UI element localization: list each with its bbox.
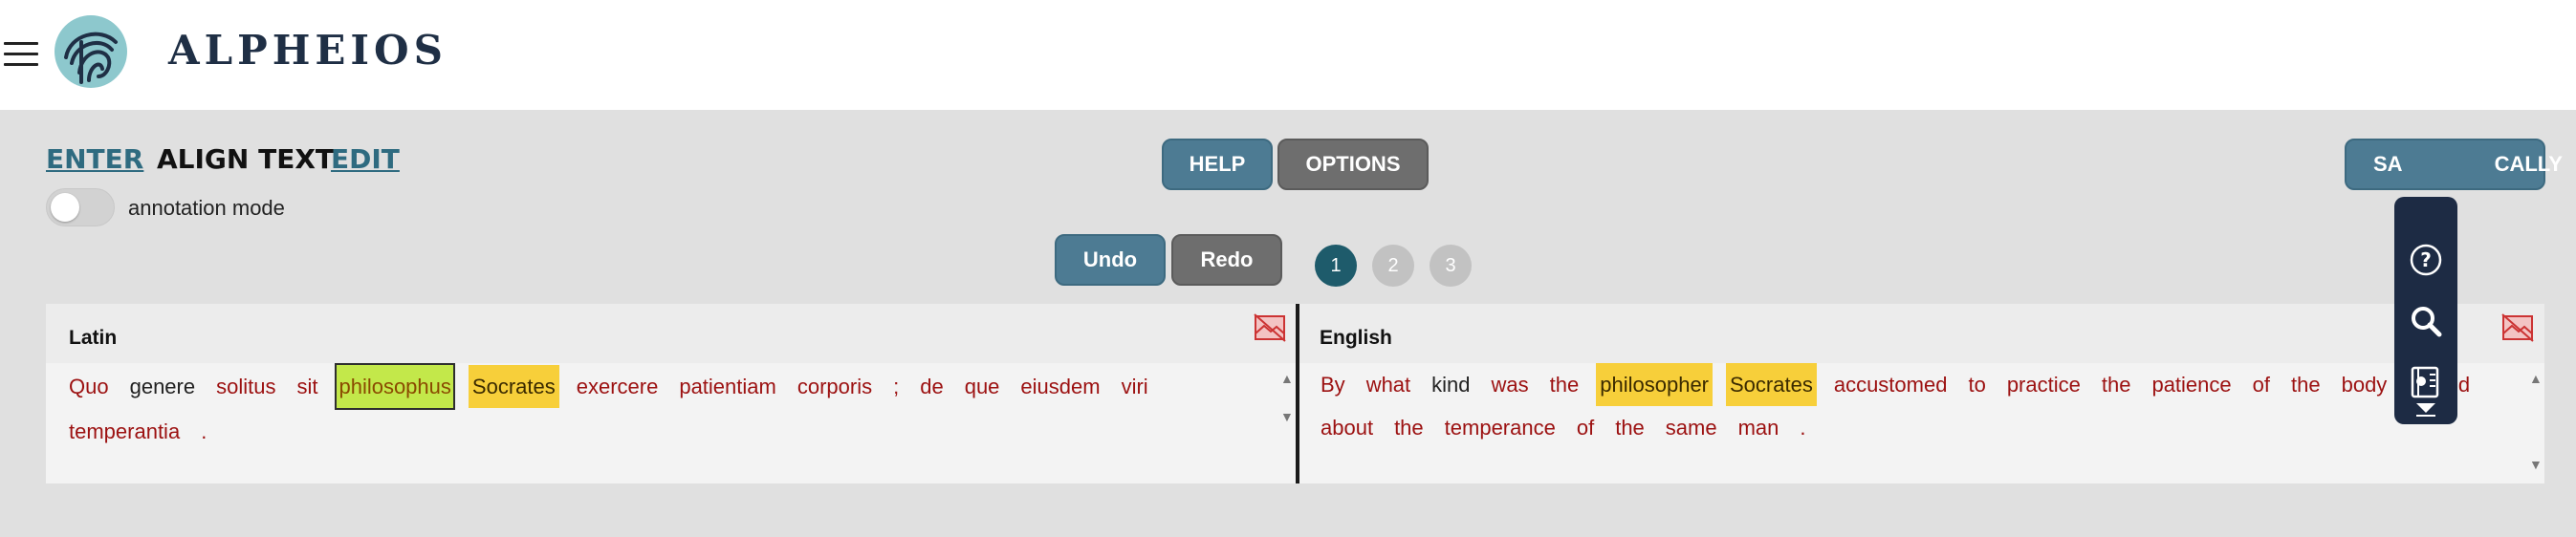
target-token[interactable]: the bbox=[2287, 363, 2325, 406]
origin-token[interactable]: Socrates bbox=[468, 365, 559, 408]
target-token[interactable]: to bbox=[1964, 363, 1989, 406]
step-2-button[interactable]: 2 bbox=[1372, 245, 1414, 287]
target-token[interactable]: of bbox=[2249, 363, 2274, 406]
help-circle-icon[interactable]: ? bbox=[2409, 243, 2443, 277]
origin-token[interactable]: temperantia bbox=[65, 410, 184, 453]
search-icon[interactable] bbox=[2409, 304, 2443, 338]
reading-tools-icon[interactable] bbox=[2409, 365, 2443, 399]
origin-token[interactable]: que bbox=[961, 365, 1004, 408]
target-token[interactable]: was bbox=[1488, 363, 1533, 406]
origin-token[interactable]: Quo bbox=[65, 365, 113, 408]
target-token[interactable]: the bbox=[1546, 363, 1583, 406]
origin-panel-header bbox=[46, 304, 1296, 363]
target-token[interactable]: accustomed bbox=[1830, 363, 1952, 406]
origin-token[interactable]: eiusdem bbox=[1016, 365, 1103, 408]
options-button[interactable]: OPTIONS bbox=[1277, 139, 1429, 190]
target-token[interactable]: kind bbox=[1428, 363, 1474, 406]
origin-token[interactable]: corporis bbox=[794, 365, 876, 408]
hamburger-menu-icon[interactable] bbox=[4, 40, 40, 69]
undo-button[interactable]: Undo bbox=[1055, 234, 1166, 286]
origin-token[interactable]: exercere bbox=[573, 365, 663, 408]
target-token[interactable]: same bbox=[1662, 406, 1721, 449]
target-token[interactable]: the bbox=[1611, 406, 1648, 449]
target-token[interactable]: temperance bbox=[1441, 406, 1560, 449]
target-token[interactable]: Socrates bbox=[1726, 363, 1817, 406]
target-token[interactable]: patience bbox=[2148, 363, 2235, 406]
save-locally-button[interactable]: SA CALLY bbox=[2345, 139, 2563, 190]
origin-token[interactable]: ; bbox=[889, 365, 903, 408]
alpheios-toolbar: ? bbox=[2394, 197, 2457, 424]
target-token[interactable]: about bbox=[1317, 406, 1377, 449]
target-token[interactable]: body bbox=[2338, 363, 2391, 406]
save-locally-label-end: CALLY bbox=[2494, 152, 2563, 176]
target-token[interactable]: By bbox=[1317, 363, 1349, 406]
scroll-down-arrow-icon[interactable]: ▼ bbox=[1280, 409, 1294, 424]
scroll-down-arrow-icon[interactable]: ▼ bbox=[2529, 457, 2543, 472]
target-token[interactable]: philosopher bbox=[1596, 363, 1713, 406]
expand-down-icon[interactable] bbox=[2409, 399, 2443, 419]
target-token[interactable]: the bbox=[2098, 363, 2135, 406]
origin-token-list: Quo genere solitus sit philosophus Socrates ex… bbox=[65, 363, 1254, 453]
annotation-mode-toggle[interactable] bbox=[46, 188, 115, 226]
alpheios-logo-icon bbox=[55, 15, 127, 88]
origin-text-panel: Latin Quo genere solitus sit philosophus Socr… bbox=[46, 304, 1296, 483]
app-header: ALPHEIOS bbox=[0, 0, 2576, 110]
target-token[interactable]: practice bbox=[2003, 363, 2085, 406]
origin-token[interactable]: patientiam bbox=[675, 365, 780, 408]
scroll-up-arrow-icon[interactable]: ▲ bbox=[1280, 371, 1294, 386]
origin-language-title: Latin bbox=[69, 327, 118, 349]
step-1-button[interactable]: 1 bbox=[1315, 245, 1357, 287]
origin-token[interactable]: genere bbox=[126, 365, 200, 408]
target-token[interactable]: the bbox=[1390, 406, 1428, 449]
origin-token[interactable]: solitus bbox=[212, 365, 279, 408]
no-image-icon[interactable] bbox=[1253, 311, 1287, 344]
no-image-icon[interactable] bbox=[2500, 311, 2535, 344]
target-panel-header bbox=[1299, 304, 2544, 363]
step-3-button[interactable]: 3 bbox=[1430, 245, 1472, 287]
logo-text: ALPHEIOS bbox=[168, 27, 448, 74]
align-workspace: ENTER ALIGN TEXT EDIT annotation mode HE… bbox=[0, 110, 2576, 537]
target-token-list: By what kind was the philosopher Socrates accus… bbox=[1317, 363, 2502, 449]
help-button[interactable]: HELP bbox=[1162, 139, 1273, 190]
origin-token[interactable]: sit bbox=[293, 365, 321, 408]
origin-token[interactable]: philosophus bbox=[335, 363, 455, 410]
save-locally-label-start: SA bbox=[2373, 152, 2403, 176]
nav-align-text: ALIGN TEXT bbox=[157, 143, 335, 175]
annotation-mode-label: annotation mode bbox=[128, 196, 285, 220]
origin-token[interactable]: viri bbox=[1118, 365, 1152, 408]
nav-edit-link[interactable]: EDIT bbox=[331, 143, 400, 175]
nav-enter-link[interactable]: ENTER bbox=[46, 143, 143, 175]
target-token[interactable]: what bbox=[1363, 363, 1414, 406]
target-text-panel: English By what kind was the philosopher Socra… bbox=[1299, 304, 2544, 483]
origin-token[interactable]: . bbox=[197, 410, 210, 453]
redo-button[interactable]: Redo bbox=[1171, 234, 1282, 286]
scroll-up-arrow-icon[interactable]: ▲ bbox=[2529, 371, 2543, 386]
target-token[interactable]: . bbox=[1796, 406, 1809, 449]
target-token[interactable]: man bbox=[1735, 406, 1783, 449]
origin-token[interactable]: de bbox=[916, 365, 947, 408]
target-token[interactable]: of bbox=[1573, 406, 1598, 449]
target-language-title: English bbox=[1320, 327, 1392, 349]
svg-text:?: ? bbox=[2420, 248, 2432, 271]
